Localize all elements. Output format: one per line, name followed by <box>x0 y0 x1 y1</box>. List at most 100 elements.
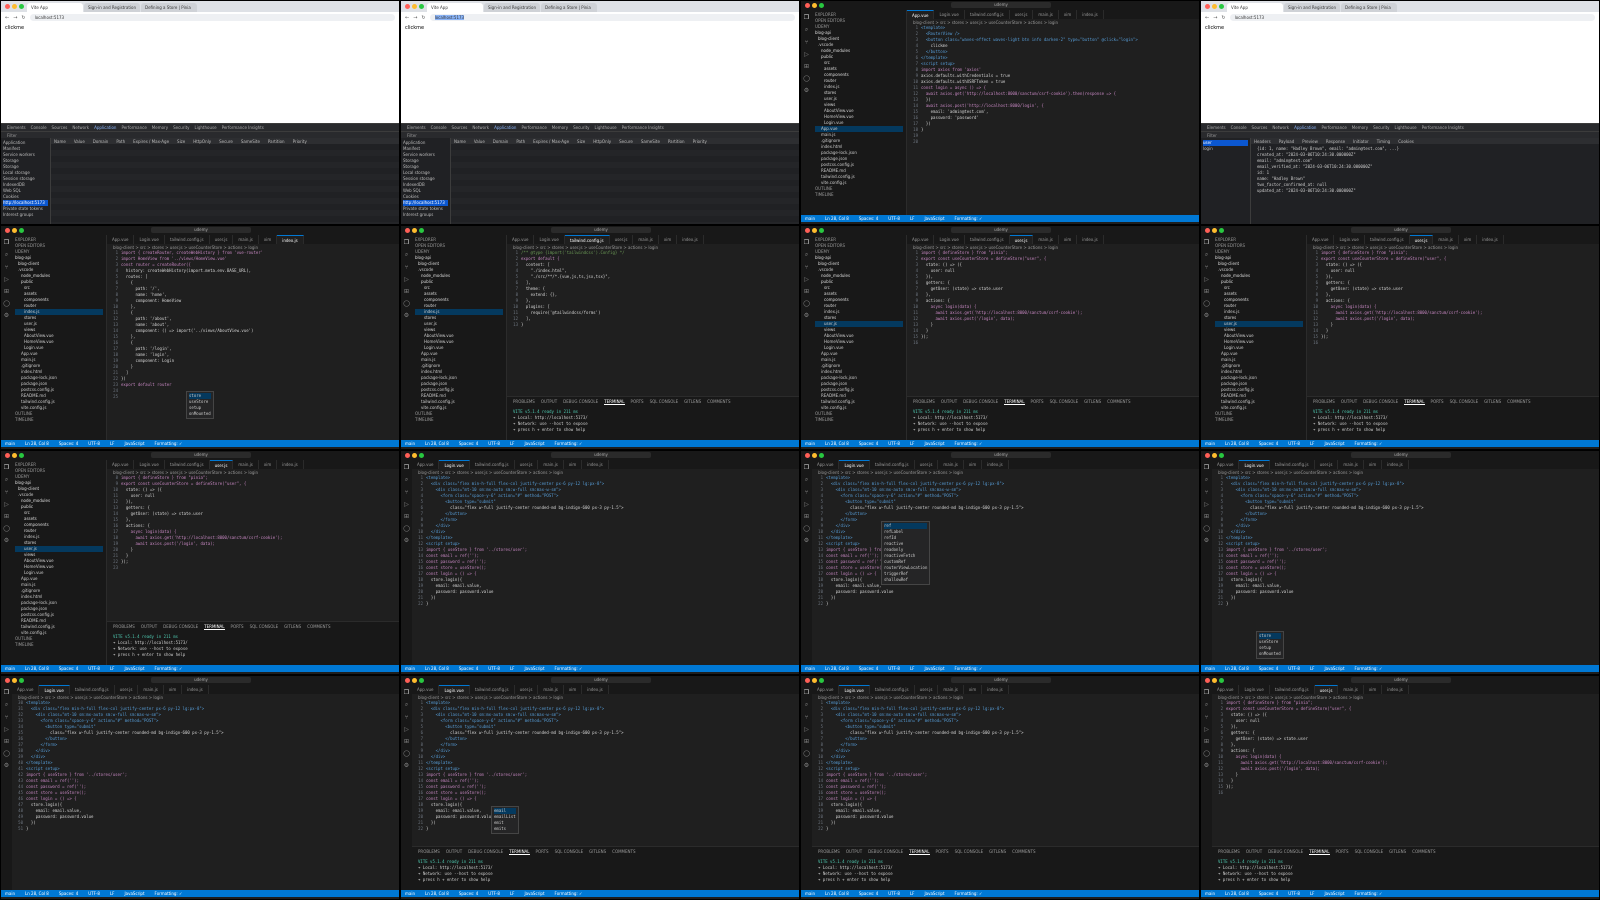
panel-tab[interactable]: SQL CONSOLE <box>650 399 679 405</box>
editor-tab[interactable]: main.js <box>1338 460 1364 469</box>
column-header[interactable]: Value <box>474 139 485 144</box>
search-icon[interactable]: ⌕ <box>405 701 408 709</box>
status-item[interactable]: Spaces: 4 <box>459 441 478 446</box>
editor-tab[interactable]: Login.vue <box>39 685 70 694</box>
close-button[interactable] <box>805 678 810 683</box>
search-icon[interactable]: ⌕ <box>405 251 408 259</box>
source-code[interactable]: import { defineStore } from "pinia"; expo… <box>121 475 399 621</box>
close-button[interactable] <box>805 228 810 233</box>
panel-tab[interactable]: COMMENTS <box>1507 399 1530 405</box>
editor-tab[interactable]: main.js <box>1033 10 1059 19</box>
details-tab[interactable]: Timing <box>1377 139 1391 144</box>
editor-tab[interactable]: Login.vue <box>839 685 870 694</box>
source-code[interactable]: <template> <div class="flex min-h-full f… <box>426 475 799 665</box>
minimize-button[interactable] <box>412 453 417 458</box>
details-tab[interactable]: Payload <box>1279 139 1295 144</box>
maximize-button[interactable] <box>19 228 24 233</box>
editor-tab[interactable]: index.js <box>1077 235 1104 244</box>
files-icon[interactable]: ❐ <box>404 239 409 246</box>
search-icon[interactable]: ⌕ <box>805 26 808 34</box>
close-button[interactable] <box>405 453 410 458</box>
panel-tab[interactable]: PROBLEMS <box>1313 399 1335 405</box>
editor-tab[interactable]: index.js <box>1382 685 1409 694</box>
minimize-button[interactable] <box>12 4 17 9</box>
minimize-button[interactable] <box>812 678 817 683</box>
page-content-clickme[interactable]: clickme <box>1 23 399 123</box>
status-item[interactable]: Formatting: ✓ <box>955 441 983 446</box>
panel-tab[interactable]: SQL CONSOLE <box>1050 399 1079 405</box>
source-control-icon[interactable]: ⑂ <box>1205 714 1209 721</box>
status-item[interactable]: UTF-8 <box>888 891 900 896</box>
devtools-tab[interactable]: Sources <box>452 125 468 130</box>
source-code[interactable]: <template> <RouterView /> <button class=… <box>921 25 1199 215</box>
editor-tab[interactable]: main.js <box>938 460 964 469</box>
reload-icon[interactable]: ↻ <box>1221 15 1225 21</box>
search-icon[interactable]: ⌕ <box>805 701 808 709</box>
code-editor[interactable]: 1 2 3 4 5 6 7 8 9 10 11 12 13 14 15 16 import { defineSt… <box>907 250 1199 396</box>
devtools-tab[interactable]: Security <box>1373 125 1389 130</box>
column-header[interactable]: Size <box>577 139 585 144</box>
panel-tab[interactable]: PROBLEMS <box>818 849 840 855</box>
column-header[interactable]: HttpOnly <box>593 139 611 144</box>
run-debug-icon[interactable]: ▷ <box>1204 726 1209 733</box>
maximize-button[interactable] <box>419 228 424 233</box>
maximize-button[interactable] <box>819 453 824 458</box>
browser-tab[interactable]: Defining a Store | Pinia <box>141 3 197 12</box>
details-tab[interactable]: Headers <box>1254 139 1271 144</box>
explorer-item[interactable]: TIMELINE <box>415 417 503 423</box>
panel-tab[interactable]: OUTPUT <box>446 849 462 855</box>
status-item[interactable]: main <box>405 666 415 671</box>
settings-icon[interactable]: ⚙ <box>4 312 9 319</box>
source-code[interactable]: <template> <div class="flex min-h-full f… <box>426 700 799 846</box>
run-debug-icon[interactable]: ▷ <box>804 276 809 283</box>
command-center[interactable]: udemy <box>951 2 1051 8</box>
account-icon[interactable]: ◯ <box>803 750 810 757</box>
status-item[interactable]: JavaScript <box>924 441 944 446</box>
status-item[interactable]: JavaScript <box>1324 666 1344 671</box>
files-icon[interactable]: ❐ <box>404 689 409 696</box>
column-header[interactable]: SameSite <box>241 139 260 144</box>
status-item[interactable]: UTF-8 <box>88 441 100 446</box>
command-center[interactable]: udemy <box>551 227 651 233</box>
editor-tab[interactable]: main.js <box>233 460 259 469</box>
status-item[interactable]: Spaces: 4 <box>459 891 478 896</box>
status-item[interactable]: Ln 28, Col 8 <box>825 891 849 896</box>
status-item[interactable]: LF <box>910 891 915 896</box>
editor-tab[interactable]: index.js <box>1477 235 1504 244</box>
settings-icon[interactable]: ⚙ <box>4 762 9 769</box>
search-icon[interactable]: ⌕ <box>805 251 808 259</box>
status-item[interactable]: LF <box>1310 666 1315 671</box>
explorer-item[interactable]: TIMELINE <box>815 192 903 198</box>
devtools-tab[interactable]: Elements <box>407 125 426 130</box>
extensions-icon[interactable]: ⊞ <box>4 513 9 520</box>
close-button[interactable] <box>5 228 10 233</box>
account-icon[interactable]: ◯ <box>3 300 10 307</box>
editor-tab[interactable]: xim <box>1364 685 1383 694</box>
devtools-tab[interactable]: Application <box>94 125 116 130</box>
url-input[interactable]: localhost:5173 <box>429 14 795 21</box>
panel-tab[interactable]: SQL CONSOLE <box>555 849 584 855</box>
editor-tab[interactable]: index.js <box>582 685 609 694</box>
run-debug-icon[interactable]: ▷ <box>804 51 809 58</box>
editor-tab[interactable]: main.js <box>633 235 659 244</box>
editor-tab[interactable]: user.js <box>1315 460 1339 469</box>
editor-tab[interactable]: Login.vue <box>839 460 870 469</box>
extensions-icon[interactable]: ⊞ <box>1204 288 1209 295</box>
editor-tab[interactable]: main.js <box>1338 685 1364 694</box>
editor-tab[interactable]: index.js <box>982 685 1009 694</box>
status-item[interactable]: LF <box>510 891 515 896</box>
files-icon[interactable]: ❐ <box>404 464 409 471</box>
autocomplete-popup[interactable]: store useStore setup onMounted <box>186 391 214 419</box>
panel-tab[interactable]: COMMENTS <box>307 624 330 630</box>
status-item[interactable]: Formatting: ✓ <box>155 441 183 446</box>
editor-tab[interactable]: tailwind.config.js <box>1270 460 1315 469</box>
status-item[interactable]: main <box>1205 441 1215 446</box>
panel-tab[interactable]: COMMENTS <box>707 399 730 405</box>
suggestion-item[interactable]: shallowRef <box>884 577 927 583</box>
status-item[interactable]: Formatting: ✓ <box>955 891 983 896</box>
source-control-icon[interactable]: ⑂ <box>405 714 409 721</box>
account-icon[interactable]: ◯ <box>803 525 810 532</box>
panel-tab[interactable]: DEBUG CONSOLE <box>1363 399 1398 405</box>
status-item[interactable]: LF <box>910 216 915 221</box>
status-item[interactable]: main <box>405 891 415 896</box>
